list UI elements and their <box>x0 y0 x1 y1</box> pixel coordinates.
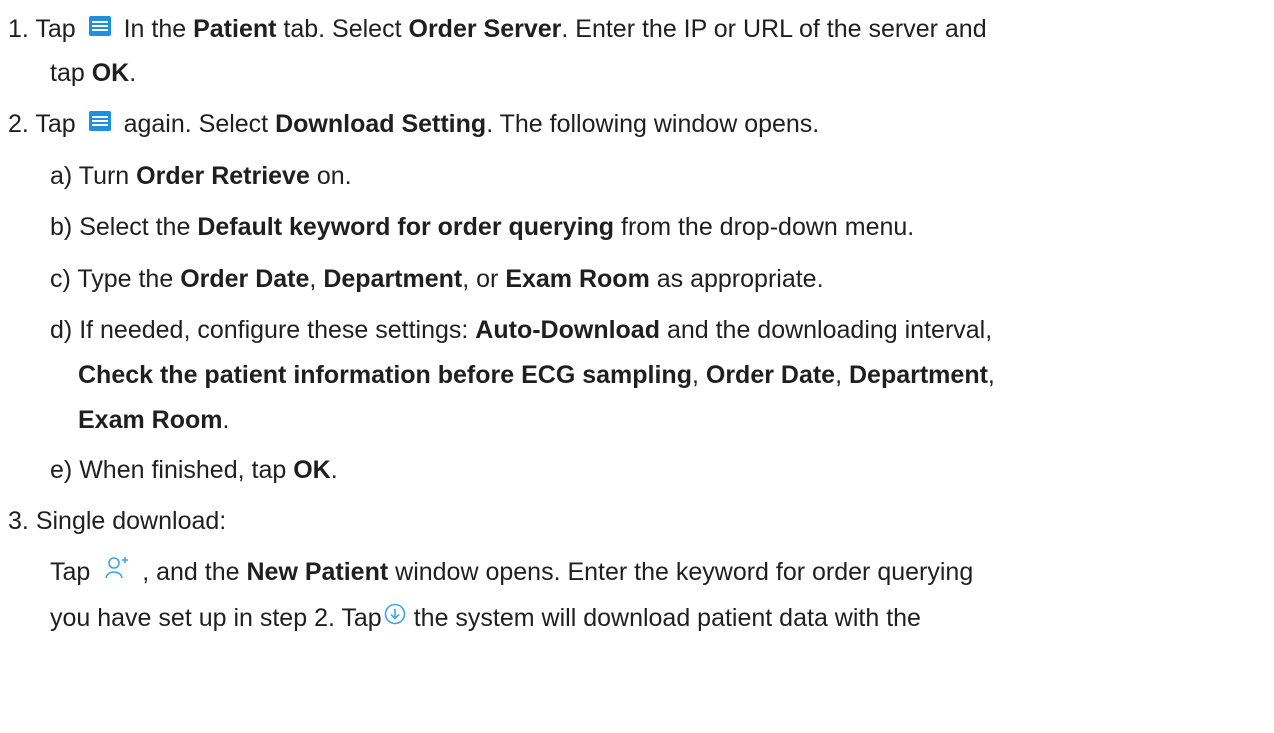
step-1-line-1: 1. Tap In the Patient tab. Select Order … <box>8 13 987 43</box>
menu-list-icon <box>88 13 111 43</box>
step-number: 2. <box>8 110 29 138</box>
substep-c: c) Type the Order Date, Department, or E… <box>50 265 824 293</box>
step-3-line-2: Tap , and the New Patient window opens. … <box>50 556 973 589</box>
step-3-line-1: 3. Single download: <box>8 507 227 535</box>
menu-list-icon <box>88 108 111 138</box>
substep-d-line-1: d) If needed, configure these settings: … <box>50 316 993 344</box>
substep-d-line-2: Check the patient information before ECG… <box>78 361 995 389</box>
substep-d-line-3: Exam Room. <box>78 406 230 434</box>
substep-a: a) Turn Order Retrieve on. <box>50 162 352 190</box>
substep-b: b) Select the Default keyword for order … <box>50 213 915 241</box>
download-circle-icon <box>384 602 406 632</box>
document-page: { "colors": { "text": "#1f1f1f", "menu_i… <box>0 0 1274 733</box>
add-patient-icon <box>105 556 131 587</box>
step-number: 1. <box>8 15 29 43</box>
step-1-line-2: tap OK. <box>50 59 137 87</box>
step-3-line-3: you have set up in step 2. Tap the syste… <box>50 602 921 632</box>
substep-e: e) When finished, tap OK. <box>50 456 338 484</box>
step-number: 3. <box>8 507 29 535</box>
step-2-line: 2. Tap again. Select Download Setting. T… <box>8 108 820 138</box>
